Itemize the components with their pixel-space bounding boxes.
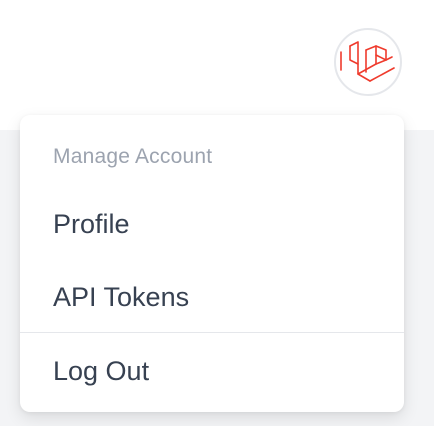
profile-link-label: Profile — [53, 208, 130, 239]
log-out-button[interactable]: Log Out — [20, 343, 404, 399]
menu-divider — [20, 332, 404, 333]
user-avatar-button[interactable] — [334, 28, 402, 96]
manage-account-header: Manage Account — [53, 145, 213, 168]
log-out-button-label: Log Out — [53, 355, 150, 386]
api-tokens-link-label: API Tokens — [53, 281, 190, 312]
api-tokens-link[interactable]: API Tokens — [20, 269, 404, 325]
laravel-logo-icon — [340, 41, 395, 82]
profile-link[interactable]: Profile — [20, 196, 404, 252]
account-dropdown-menu: Manage Account Profile API Tokens Log Ou… — [20, 115, 404, 412]
